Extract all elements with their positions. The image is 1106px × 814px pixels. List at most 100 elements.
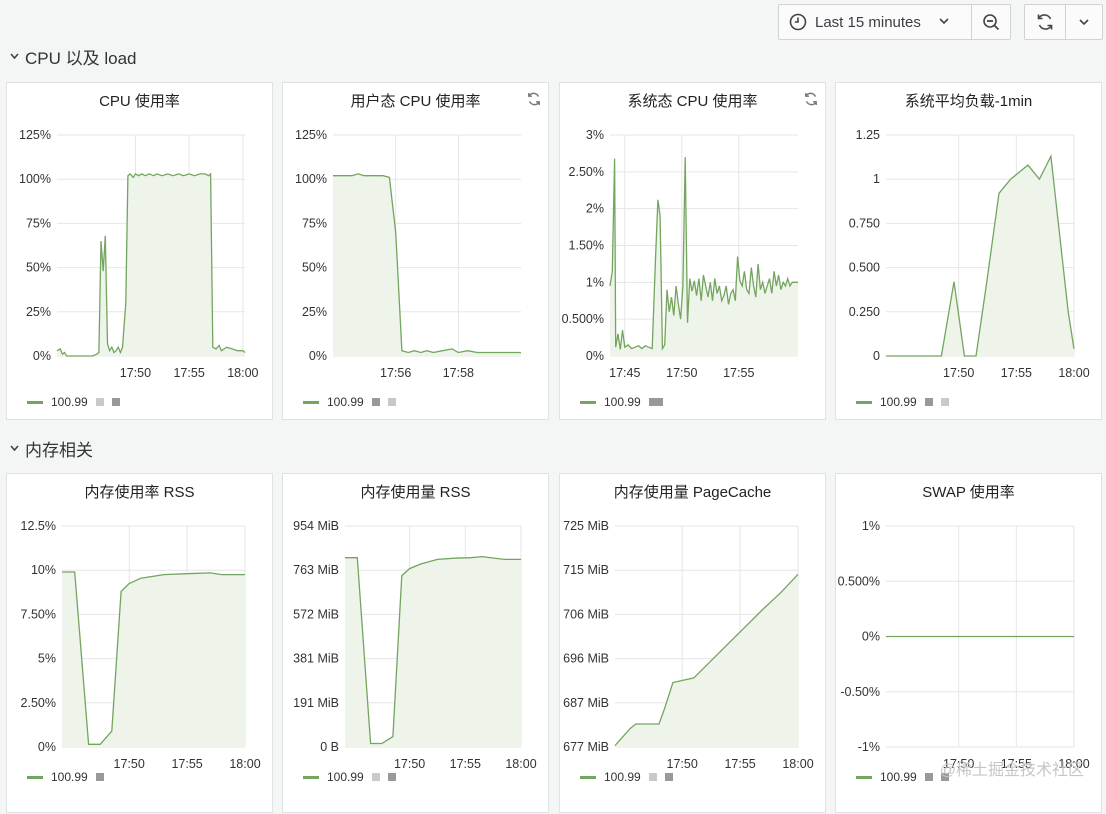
y-tick-label: 0.500% — [838, 574, 880, 588]
panel-memory-usage-rss-percent[interactable]: 内存使用率 RSS 12.5% 10% 7.50% 5% 2.50% 0% 17:50 17:… — [6, 473, 273, 813]
redacted-mark — [648, 398, 663, 406]
legend-swatch — [856, 775, 872, 779]
panel-user-cpu-usage[interactable]: 用户态 CPU 使用率 125% 100% 75% 50% 25% 0% 17:56 17:5… — [282, 82, 549, 420]
legend-swatch — [27, 775, 43, 779]
chart: 954 MiB 763 MiB 572 MiB 381 MiB 191 MiB 0 B 17… — [293, 519, 537, 771]
y-tick-label: 2.50% — [569, 165, 604, 179]
panel-load-average-1min[interactable]: 系统平均负载-1min 1.25 1 0.750 0.500 0.250 0 17:50 17… — [835, 82, 1102, 420]
y-tick-label: 0.250 — [849, 305, 880, 319]
x-tick-label: 17:50 — [943, 366, 974, 380]
legend-swatch — [580, 400, 596, 404]
x-tick-label: 17:50 — [394, 757, 425, 771]
x-tick-label: 18:00 — [227, 366, 258, 380]
y-tick-label: 125% — [19, 128, 51, 142]
chart: 725 MiB 715 MiB 706 MiB 696 MiB 687 MiB 677 M… — [563, 519, 814, 771]
legend-label: 100.99 — [604, 395, 641, 409]
y-tick-label: 1.50% — [569, 239, 604, 253]
x-tick-label: 17:58 — [443, 366, 474, 380]
legend[interactable]: 100.99 — [856, 395, 949, 409]
series-area — [345, 556, 521, 747]
y-tick-label: 715 MiB — [563, 563, 609, 577]
legend-label: 100.99 — [51, 395, 88, 409]
legend[interactable]: 100.99 — [303, 770, 396, 784]
row-title: 内存相关 — [25, 441, 93, 460]
refresh-button[interactable] — [1024, 4, 1066, 40]
y-tick-label: 7.50% — [21, 607, 56, 621]
x-tick-label: 17:55 — [724, 757, 755, 771]
legend-label: 100.99 — [51, 770, 88, 784]
legend-label: 100.99 — [880, 770, 917, 784]
redacted-mark — [924, 398, 933, 406]
legend[interactable]: 100.99 — [856, 770, 949, 784]
chart: 1.25 1 0.750 0.500 0.250 0 17:50 17:55 18:00 — [849, 128, 1090, 380]
x-tick-label: 17:55 — [723, 366, 754, 380]
y-tick-label: 125% — [295, 128, 327, 142]
legend-swatch — [303, 400, 319, 404]
x-tick-label: 18:00 — [505, 757, 536, 771]
chart: 12.5% 10% 7.50% 5% 2.50% 0% 17:50 17:55 18:00 — [21, 519, 261, 771]
zoom-out-button[interactable] — [971, 4, 1011, 40]
y-tick-label: 725 MiB — [563, 519, 609, 533]
y-tick-label: 191 MiB — [293, 696, 339, 710]
y-tick-label: 0 — [873, 349, 880, 363]
series-area — [615, 574, 798, 747]
y-tick-label: 12.5% — [21, 519, 56, 533]
redacted-mark — [940, 398, 949, 406]
x-tick-label: 17:55 — [173, 366, 204, 380]
y-tick-label: 5% — [38, 652, 56, 666]
chevron-down-icon — [10, 51, 19, 63]
redacted-mark — [111, 398, 120, 406]
panel-system-cpu-usage[interactable]: 系统态 CPU 使用率 3% 2.50% 2% 1.50% 1% 0.500% 0% 17:4… — [559, 82, 826, 420]
chevron-down-icon — [1079, 18, 1089, 25]
legend[interactable]: 100.99 — [580, 395, 663, 409]
x-tick-label: 17:50 — [120, 366, 151, 380]
dashboard-toolbar: Last 15 minutes — [0, 0, 1106, 46]
series-area — [57, 173, 245, 356]
clock-icon — [789, 13, 807, 31]
y-tick-label: 1% — [862, 519, 880, 533]
row-header-memory[interactable]: 内存相关 — [10, 436, 93, 461]
series-area — [610, 157, 798, 356]
y-tick-label: 954 MiB — [293, 519, 339, 533]
row-title: CPU 以及 load — [25, 49, 137, 68]
y-tick-label: 572 MiB — [293, 607, 339, 621]
y-tick-label: 0.750 — [849, 216, 880, 230]
legend-swatch — [303, 775, 319, 779]
chevron-down-icon — [939, 16, 949, 28]
y-tick-label: 25% — [26, 305, 51, 319]
x-tick-label: 18:00 — [229, 757, 260, 771]
y-tick-label: 75% — [302, 216, 327, 230]
x-tick-label: 17:50 — [667, 757, 698, 771]
y-tick-label: -1% — [858, 740, 880, 754]
y-tick-label: -0.50% — [840, 685, 880, 699]
y-tick-label: 25% — [302, 305, 327, 319]
redacted-mark — [371, 773, 380, 781]
chevron-down-icon — [10, 443, 19, 455]
y-tick-label: 381 MiB — [293, 652, 339, 666]
panel-memory-usage-pagecache[interactable]: 内存使用量 PageCache 725 MiB 715 MiB 706 MiB 696… — [559, 473, 826, 813]
legend-swatch — [27, 400, 43, 404]
y-tick-label: 1% — [586, 275, 604, 289]
row-header-cpu[interactable]: CPU 以及 load — [10, 44, 136, 69]
legend-label: 100.99 — [604, 770, 641, 784]
y-tick-label: 100% — [295, 172, 327, 186]
legend-label: 100.99 — [327, 770, 364, 784]
y-tick-label: 763 MiB — [293, 563, 339, 577]
legend[interactable]: 100.99 — [27, 770, 104, 784]
time-range-picker[interactable]: Last 15 minutes — [778, 4, 972, 40]
y-tick-label: 0.500% — [562, 312, 604, 326]
panel-cpu-usage[interactable]: CPU 使用率 125% 100% 75% 50% 25% 0% 17:50 17:55 18:… — [6, 82, 273, 420]
x-tick-label: 17:50 — [666, 366, 697, 380]
legend[interactable]: 100.99 — [27, 395, 120, 409]
legend-label: 100.99 — [327, 395, 364, 409]
x-tick-label: 17:45 — [609, 366, 640, 380]
series-area — [62, 572, 245, 747]
legend[interactable]: 100.99 — [303, 395, 396, 409]
legend[interactable]: 100.99 — [580, 770, 673, 784]
panel-memory-usage-rss-bytes[interactable]: 内存使用量 RSS 954 MiB 763 MiB 572 MiB 381 MiB 19… — [282, 473, 549, 813]
refresh-interval-dropdown[interactable] — [1065, 4, 1103, 40]
y-tick-label: 677 MiB — [563, 740, 609, 754]
time-range-label: Last 15 minutes — [815, 13, 921, 31]
chart: 3% 2.50% 2% 1.50% 1% 0.500% 0% 17:45 17:50 17:55 — [562, 128, 798, 380]
redacted-mark — [664, 773, 673, 781]
